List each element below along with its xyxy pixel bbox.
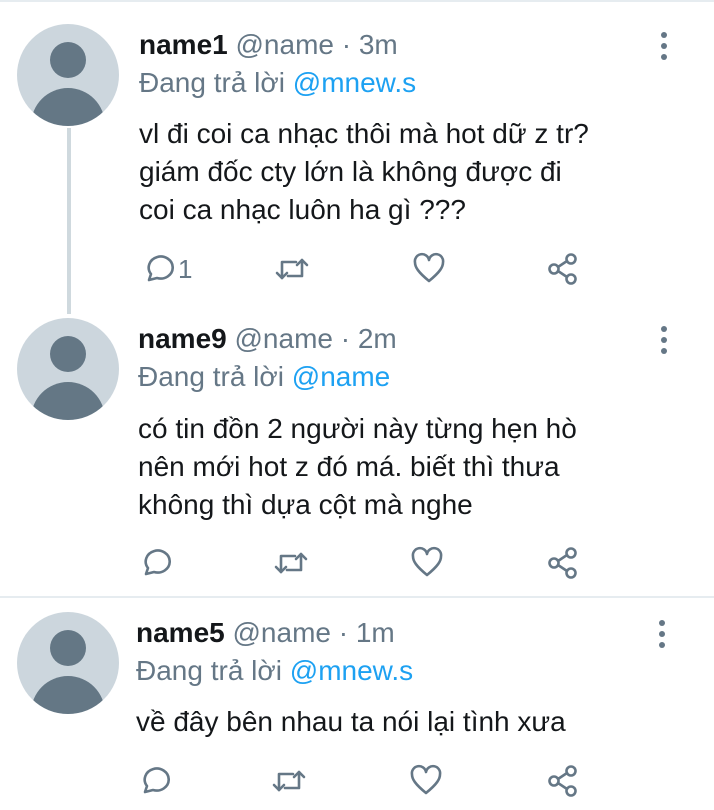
display-name[interactable]: name1 [139,29,228,60]
timestamp[interactable]: 1m [356,617,395,648]
tweet-line-2: nên mới hot z đó má. biết thì thưa [138,451,560,482]
retweet-icon [272,770,306,792]
avatar-body [31,676,105,714]
reply-prefix: Đang trả lời [136,655,282,686]
share-icon [548,765,577,797]
more-vertical-icon[interactable] [660,326,668,356]
more-vertical-icon[interactable] [658,620,666,650]
reply-icon [147,255,174,282]
reply-prefix: Đang trả lời [138,361,284,392]
avatar[interactable] [17,612,119,714]
separator-dot: · [341,29,352,60]
reply-icon [144,549,171,576]
like-button[interactable] [409,764,443,798]
avatar-body [31,88,105,126]
retweet-icon [275,258,309,280]
tweet-line-1: về đây bên nhau ta nói lại tình xưa [136,706,566,737]
reply-button[interactable] [137,546,175,580]
retweet-button[interactable] [271,764,307,798]
tweet-line-3: không thì dựa cột mà nghe [138,489,473,520]
avatar-head [50,42,86,78]
reply-icon [143,767,170,794]
retweet-button[interactable] [274,252,310,286]
user-handle[interactable]: @name [236,29,334,60]
share-button[interactable] [546,252,580,286]
more-vertical-icon[interactable] [660,32,668,62]
display-name[interactable]: name5 [136,617,225,648]
share-button[interactable] [546,546,580,580]
timestamp[interactable]: 3m [359,29,398,60]
avatar-head [50,336,86,372]
retweet-button[interactable] [273,546,309,580]
retweet-icon [274,552,308,574]
reply-button[interactable] [136,764,174,798]
avatar[interactable] [17,24,119,126]
reply-mention-link[interactable]: @name [292,361,390,392]
reply-button[interactable]: 1 [140,252,192,286]
like-button[interactable] [412,252,446,286]
share-icon [548,253,577,285]
tweet-line-2: giám đốc cty lớn là không được đi [139,156,562,187]
tweet-header: name9 @name · 2m [138,322,397,356]
heart-icon [410,764,442,795]
reply-context: Đang trả lời @mnew.s [139,66,416,100]
tweet-header: name5 @name · 1m [136,616,395,650]
reply-prefix: Đang trả lời [139,67,285,98]
tweet-line-1: có tin đồn 2 người này từng hẹn hò [138,413,577,444]
share-button[interactable] [546,764,580,798]
like-button[interactable] [410,546,444,580]
separator-dot: · [338,617,349,648]
tweet-line-3: coi ca nhạc luôn ha gì ??? [139,194,466,225]
timestamp[interactable]: 2m [358,323,397,354]
user-handle[interactable]: @name [233,617,331,648]
tweet-1[interactable]: name1 @name · 3m Đang trả lời @mnew.s vl… [0,0,714,300]
tweet-header: name1 @name · 3m [139,28,398,62]
separator-dot: · [340,323,351,354]
avatar-body [31,382,105,420]
heart-icon [413,252,445,283]
avatar-head [50,630,86,666]
user-handle[interactable]: @name [235,323,333,354]
reply-context: Đang trả lời @name [138,360,390,394]
display-name[interactable]: name9 [138,323,227,354]
tweet-line-1: vl đi coi ca nhạc thôi mà hot dữ z tr? [139,118,589,149]
reply-count: 1 [178,253,193,284]
avatar[interactable] [17,318,119,420]
tweet-3[interactable]: name5 @name · 1m Đang trả lời @mnew.s về… [0,598,714,810]
reply-mention-link[interactable]: @mnew.s [293,67,416,98]
tweet-2[interactable]: name9 @name · 2m Đang trả lời @name có t… [0,300,714,596]
heart-icon [411,546,443,577]
share-icon [548,547,577,579]
reply-context: Đang trả lời @mnew.s [136,654,413,688]
reply-mention-link[interactable]: @mnew.s [290,655,413,686]
